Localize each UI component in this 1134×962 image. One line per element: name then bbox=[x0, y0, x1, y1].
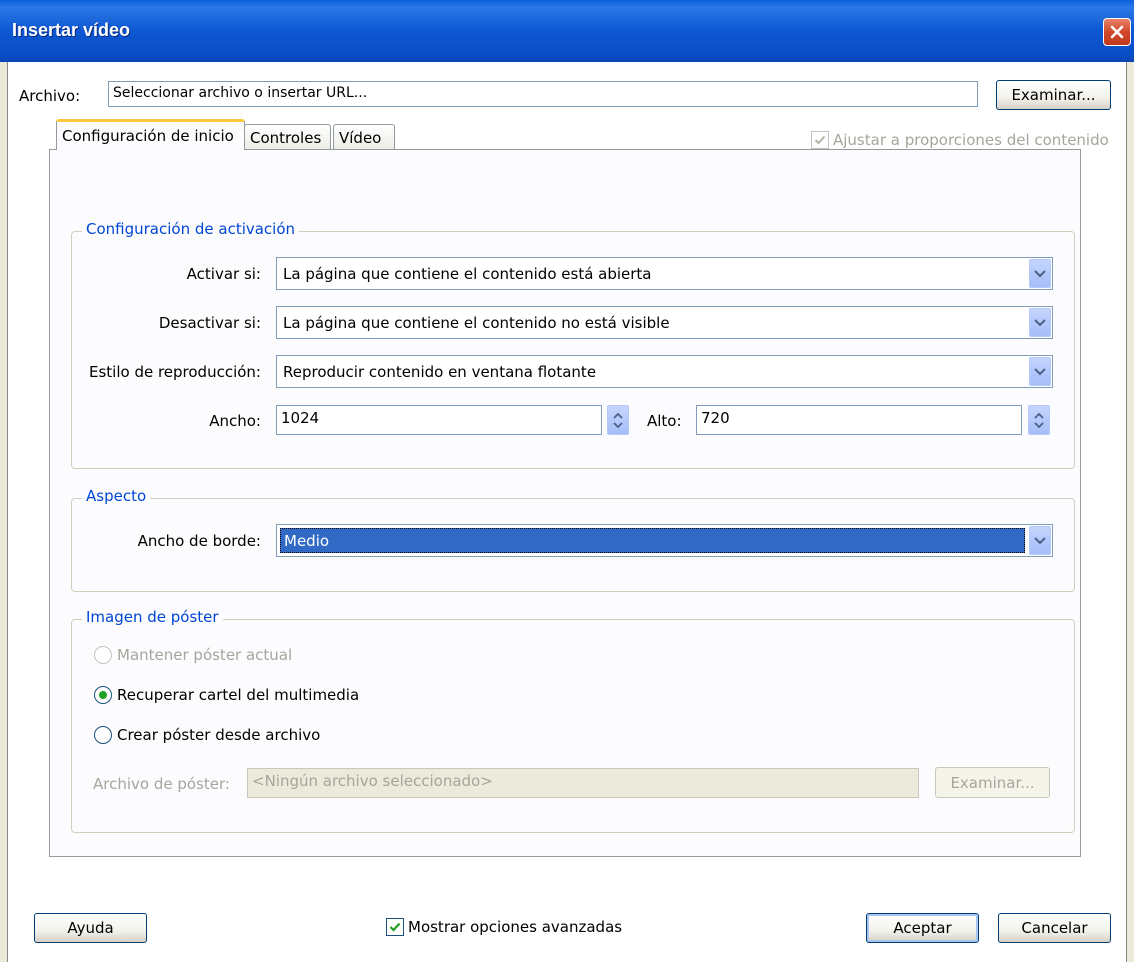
chevron-down-icon bbox=[1034, 318, 1046, 326]
ok-button[interactable]: Aceptar bbox=[866, 913, 979, 943]
retrieve-poster-radio[interactable] bbox=[94, 686, 112, 704]
appearance-legend: Aspecto bbox=[82, 487, 151, 505]
poster-file-label: Archivo de póster: bbox=[93, 775, 230, 793]
activate-label: Activar si: bbox=[186, 265, 261, 283]
spin-down-icon bbox=[613, 421, 623, 428]
border-width-select[interactable]: Medio bbox=[276, 524, 1053, 557]
fit-proportions-label: Ajustar a proporciones del contenido bbox=[833, 131, 1109, 149]
title-bar[interactable]: Insertar vídeo bbox=[0, 0, 1134, 62]
keep-poster-radio[interactable] bbox=[94, 646, 112, 664]
dropdown-arrow[interactable] bbox=[1029, 526, 1051, 555]
radio-selected-dot bbox=[99, 691, 107, 699]
retrieve-poster-label: Recuperar cartel del multimedia bbox=[117, 686, 360, 704]
tab-video[interactable]: Vídeo bbox=[333, 124, 395, 150]
chevron-down-icon bbox=[1034, 269, 1046, 277]
browse-file-label: Examinar... bbox=[1011, 86, 1096, 104]
tab-startup-settings-label: Configuración de inicio bbox=[62, 127, 234, 145]
cancel-label: Cancelar bbox=[1021, 919, 1088, 937]
width-label: Ancho: bbox=[209, 412, 261, 430]
cancel-button[interactable]: Cancelar bbox=[998, 913, 1111, 943]
deactivate-select[interactable]: La página que contiene el contenido no e… bbox=[276, 306, 1053, 339]
close-icon bbox=[1110, 25, 1124, 39]
keep-poster-label: Mantener póster actual bbox=[117, 646, 293, 664]
width-input[interactable]: 1024 bbox=[276, 405, 602, 435]
tab-controls-label: Controles bbox=[250, 128, 322, 147]
tab-controls[interactable]: Controles bbox=[244, 124, 331, 150]
poster-legend: Imagen de póster bbox=[82, 608, 223, 626]
advanced-options-label: Mostrar opciones avanzadas bbox=[408, 918, 623, 936]
dropdown-arrow[interactable] bbox=[1029, 357, 1051, 386]
dropdown-arrow[interactable] bbox=[1029, 308, 1051, 337]
height-label: Alto: bbox=[647, 412, 682, 430]
browse-poster-button[interactable]: Examinar... bbox=[935, 767, 1050, 798]
close-button[interactable] bbox=[1103, 18, 1131, 46]
playback-style-select[interactable]: Reproducir contenido en ventana flotante bbox=[276, 355, 1053, 388]
spin-up-icon bbox=[1034, 412, 1044, 419]
help-button[interactable]: Ayuda bbox=[34, 913, 147, 943]
activate-select[interactable]: La página que contiene el contenido está… bbox=[276, 257, 1053, 290]
deactivate-label: Desactivar si: bbox=[158, 314, 261, 332]
create-poster-radio[interactable] bbox=[94, 726, 112, 744]
advanced-options-checkbox[interactable] bbox=[386, 918, 404, 936]
activate-value: La página que contiene el contenido está… bbox=[283, 264, 652, 283]
browse-file-button[interactable]: Examinar... bbox=[996, 80, 1111, 110]
file-input[interactable]: Seleccionar archivo o insertar URL... bbox=[108, 81, 978, 107]
playback-style-label: Estilo de reproducción: bbox=[88, 363, 261, 381]
dropdown-arrow[interactable] bbox=[1029, 259, 1051, 288]
tab-startup-settings[interactable]: Configuración de inicio bbox=[56, 119, 245, 150]
activation-legend: Configuración de activación bbox=[82, 220, 300, 238]
window-title: Insertar vídeo bbox=[12, 20, 131, 40]
spin-down-icon bbox=[1034, 421, 1044, 428]
browse-poster-label: Examinar... bbox=[950, 773, 1035, 792]
playback-style-value: Reproducir contenido en ventana flotante bbox=[283, 362, 597, 381]
height-spinner[interactable] bbox=[1028, 405, 1050, 435]
width-spinner[interactable] bbox=[607, 405, 629, 435]
help-label: Ayuda bbox=[67, 919, 114, 937]
height-input[interactable]: 720 bbox=[696, 405, 1022, 435]
deactivate-value: La página que contiene el contenido no e… bbox=[283, 313, 670, 332]
tab-video-label: Vídeo bbox=[339, 128, 382, 147]
border-width-label: Ancho de borde: bbox=[137, 532, 261, 550]
checkmark-icon bbox=[389, 922, 401, 932]
chevron-down-icon bbox=[1034, 367, 1046, 375]
spin-up-icon bbox=[613, 412, 623, 419]
fit-proportions-checkbox[interactable] bbox=[811, 131, 829, 149]
create-poster-label: Crear póster desde archivo bbox=[117, 726, 321, 744]
ok-label: Aceptar bbox=[893, 919, 952, 937]
file-label: Archivo: bbox=[19, 87, 81, 105]
border-width-value: Medio bbox=[280, 528, 1025, 553]
checkmark-icon bbox=[814, 135, 826, 145]
chevron-down-icon bbox=[1034, 536, 1046, 544]
poster-file-input[interactable]: <Ningún archivo seleccionado> bbox=[247, 768, 919, 798]
